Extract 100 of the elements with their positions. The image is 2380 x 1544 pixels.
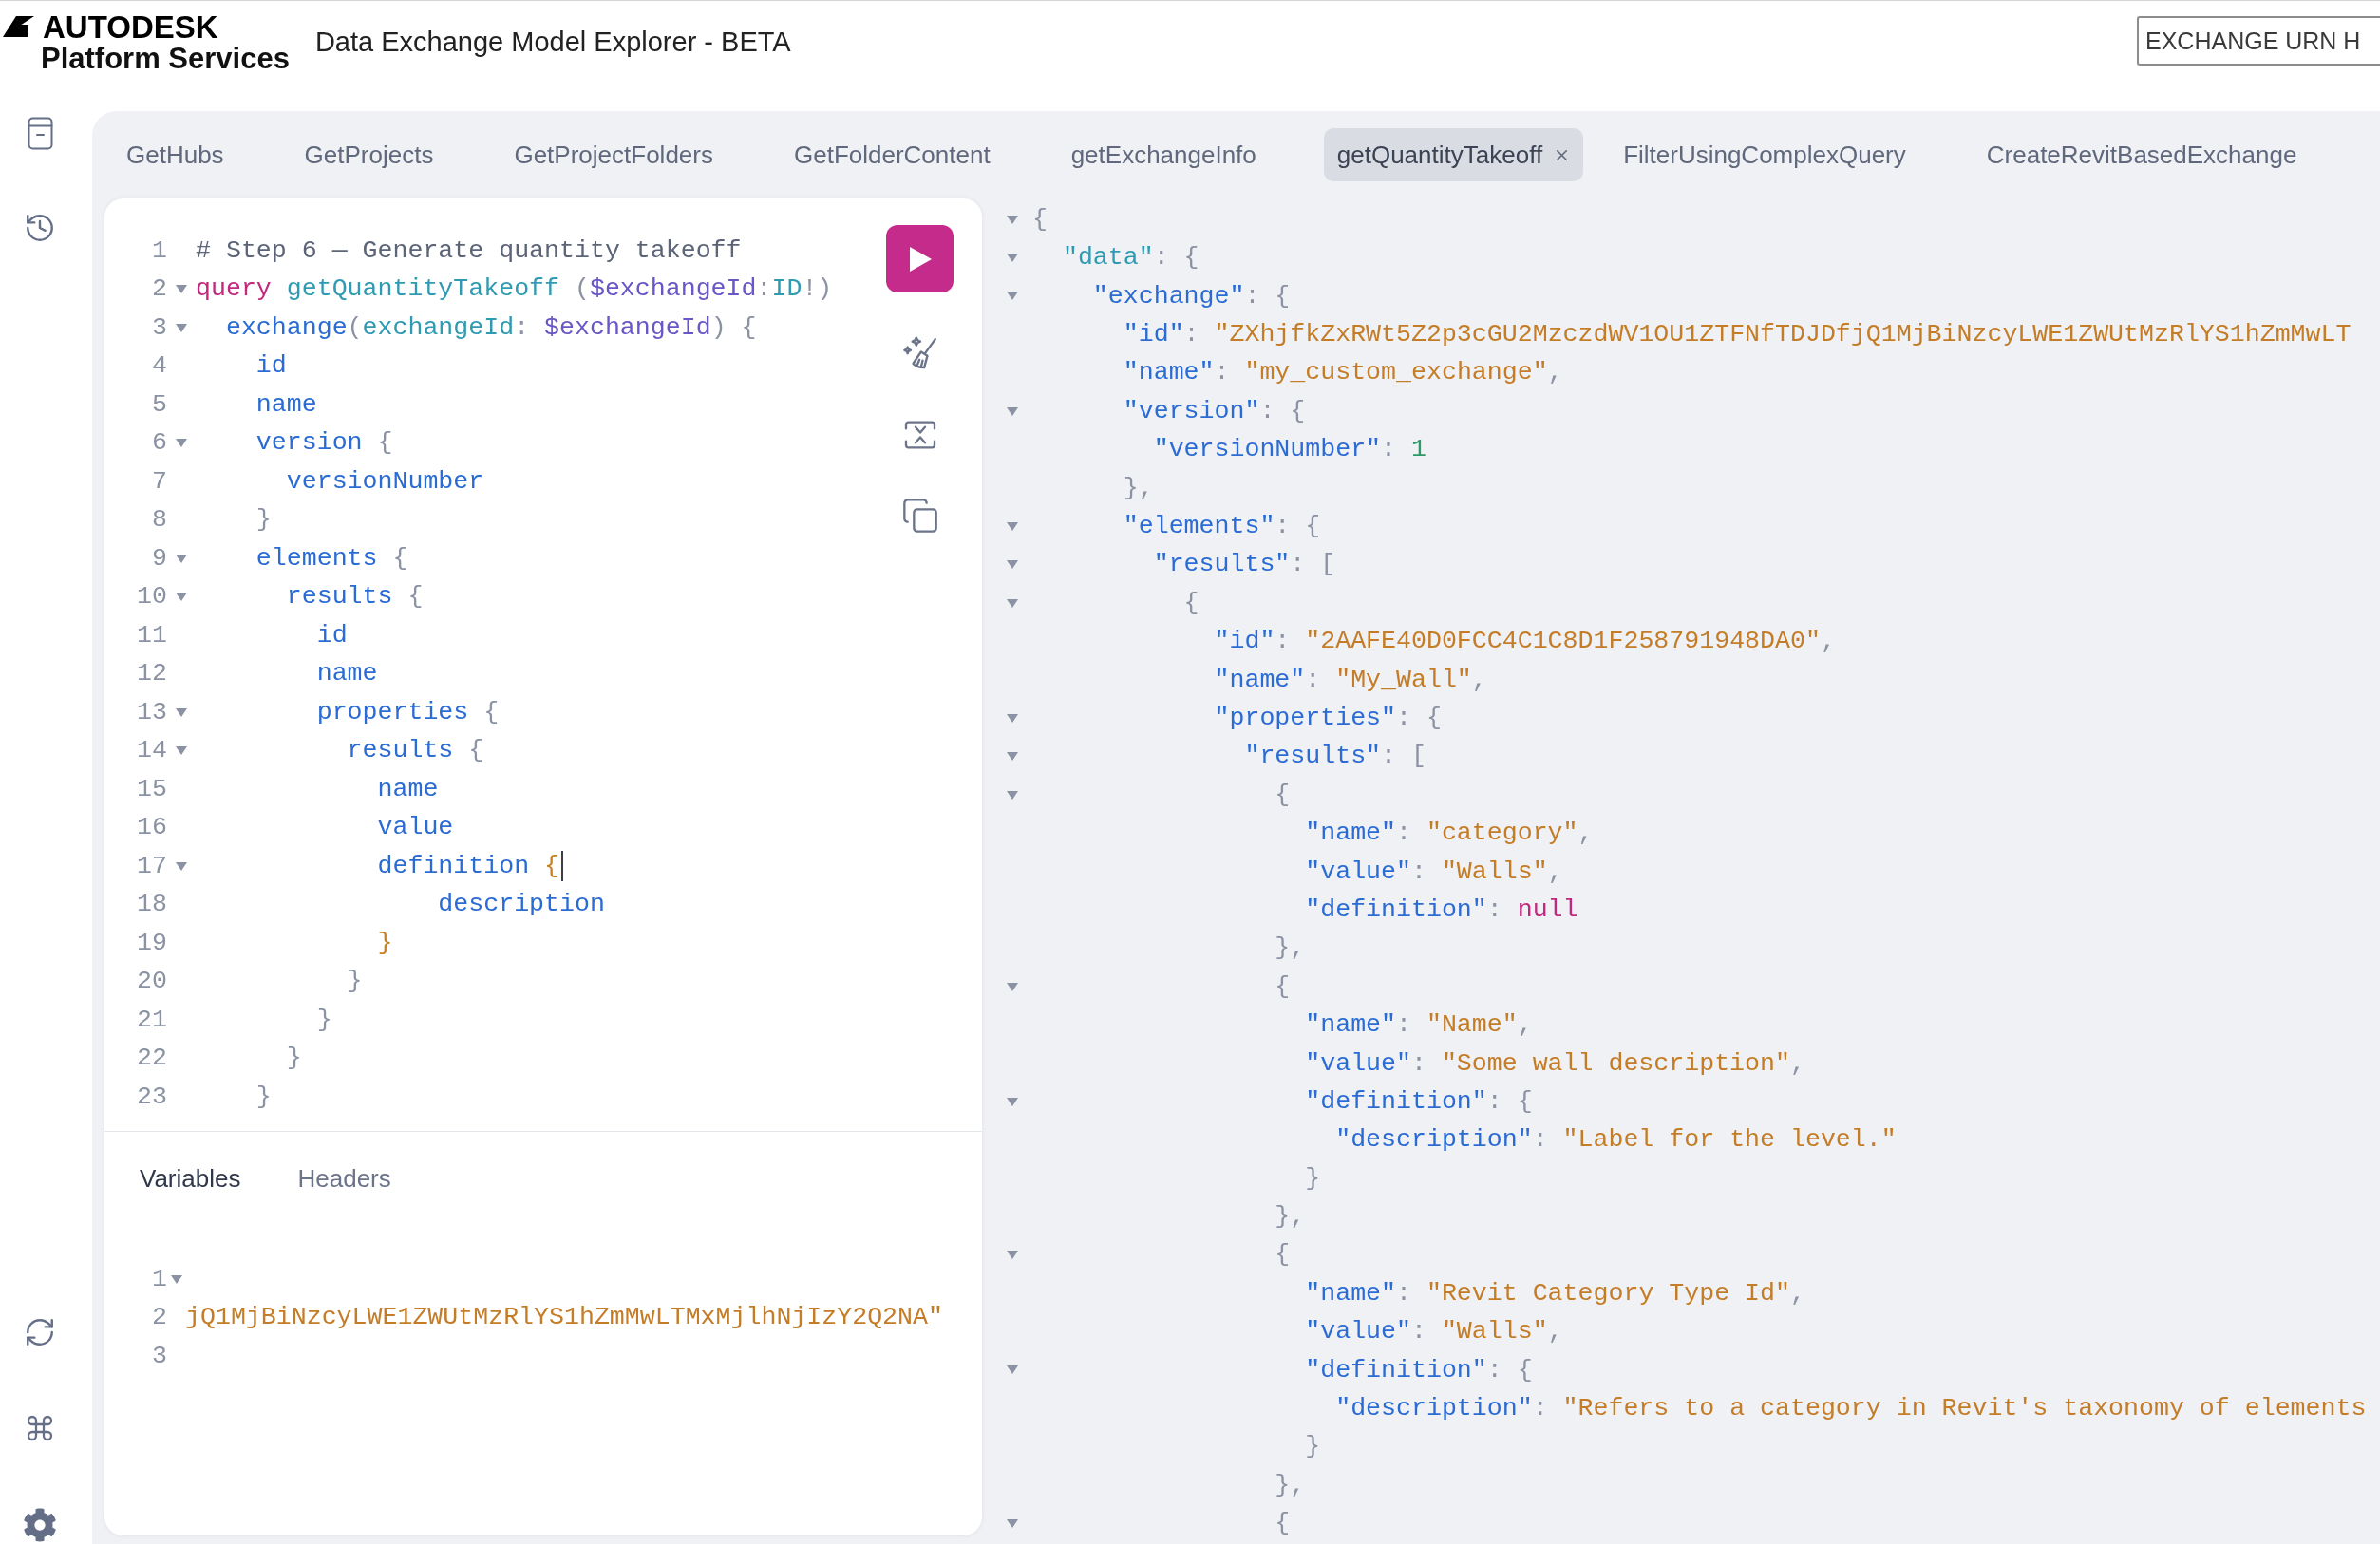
code-line: "id": "2AAFE40D0FCC4C1C8D1F258791948DA0", (1214, 627, 1836, 656)
code-line: "definition": { (1305, 1355, 1533, 1385)
code-line: # Step 6 — Generate quantity takeoff (196, 235, 742, 266)
line-number: 3 (152, 1341, 167, 1371)
caret-icon[interactable] (1007, 752, 1018, 762)
line-number: 19 (137, 928, 167, 958)
run-button[interactable] (886, 225, 954, 292)
caret-icon[interactable] (176, 861, 187, 871)
caret-icon[interactable] (170, 1274, 182, 1284)
code-line: elements { (255, 543, 408, 574)
query-tab[interactable]: GetProjectFolders (501, 128, 754, 181)
refresh-icon[interactable] (24, 1316, 56, 1348)
code-line: } (1305, 1163, 1321, 1194)
code-line: description (438, 890, 605, 920)
caret-icon[interactable] (176, 593, 187, 602)
copy-icon[interactable] (900, 497, 939, 535)
line-number: 23 (137, 1082, 167, 1112)
caret-icon[interactable] (1007, 560, 1018, 570)
urn-input[interactable]: EXCHANGE URN H (2137, 16, 2380, 66)
code-line: results { (286, 582, 424, 612)
code-line: "name": "my_custom_exchange", (1123, 358, 1563, 388)
line-number: 16 (137, 813, 167, 843)
code-line: "exchange": { (1092, 281, 1291, 311)
query-tab[interactable]: FilterUsingComplexQuery (1610, 128, 1947, 181)
code-line: "properties": { (1214, 704, 1442, 733)
caret-icon[interactable] (176, 746, 187, 756)
code-line: id (316, 620, 348, 650)
editor-tab[interactable]: Headers (286, 1159, 403, 1197)
code-line: } (316, 1005, 332, 1035)
query-tab[interactable]: getExchangeInfo (1057, 128, 1297, 181)
caret-icon[interactable] (1007, 1365, 1018, 1375)
code-line: name (255, 389, 317, 420)
code-line: query getQuantityTakeoff ($exchangeId:ID!) (196, 274, 833, 305)
history-icon[interactable] (24, 212, 56, 244)
code-line: } (255, 1082, 272, 1112)
logo-icon (3, 16, 34, 37)
code-line: } (347, 967, 363, 997)
query-tab[interactable]: GetFolderContent (780, 128, 1031, 181)
caret-icon[interactable] (1007, 598, 1018, 608)
caret-icon[interactable] (1007, 1518, 1018, 1528)
code-line: { (1275, 1509, 1291, 1538)
line-number: 12 (137, 659, 167, 689)
code-line: versionNumber (286, 466, 484, 497)
caret-icon[interactable] (176, 323, 187, 332)
code-line: "name": "Revit Category Type Id", (1305, 1278, 1805, 1309)
caret-icon[interactable] (1007, 790, 1018, 800)
query-tab[interactable]: getQuantityTakeoff (1323, 128, 1584, 181)
line-number: 9 (152, 543, 167, 574)
caret-icon[interactable] (1007, 1097, 1018, 1106)
code-line: properties { (316, 697, 500, 727)
query-tab[interactable]: GetProjects (291, 128, 475, 181)
code-line: "value": "Some wall description", (1305, 1048, 1805, 1079)
settings-icon[interactable] (23, 1508, 57, 1542)
code-line: } (377, 928, 393, 958)
code-line: { (1275, 1240, 1291, 1271)
line-number: 7 (152, 466, 167, 497)
code-line: "elements": { (1123, 512, 1321, 541)
code-line: "results": [ (1153, 550, 1336, 579)
code-line: }, (1123, 473, 1154, 503)
caret-icon[interactable] (176, 707, 187, 717)
code-line: "definition": { (1305, 1086, 1533, 1117)
code-line: version { (255, 428, 393, 459)
caret-icon[interactable] (1007, 982, 1018, 991)
code-line: value (377, 813, 454, 843)
code-line: "value": "Walls", (1305, 1317, 1563, 1346)
caret-icon[interactable] (1007, 215, 1018, 224)
query-tab[interactable]: GetHubs (113, 128, 265, 181)
line-number: 2 (152, 274, 167, 305)
line-number: 15 (137, 774, 167, 804)
code-line: "name": "My_Wall", (1214, 665, 1487, 695)
document-icon[interactable] (27, 117, 53, 150)
logo-wordmark: AUTODESK (43, 11, 218, 43)
caret-icon[interactable] (176, 554, 187, 563)
caret-icon[interactable] (1007, 713, 1018, 723)
code-line: "version": { (1123, 396, 1306, 426)
code-line: jQ1MjBiNzcyLWE1ZWUtMzRlYS1hZmMwLTMxMjlhNjIzY2Q2NA" (185, 1303, 943, 1333)
code-line: "value": "Walls", (1305, 857, 1563, 887)
code-line: { (1183, 588, 1199, 618)
caret-icon[interactable] (1007, 292, 1018, 301)
command-key-icon[interactable] (25, 1413, 55, 1443)
code-line: }, (1275, 1202, 1306, 1232)
code-line: exchange(exchangeId: $exchangeId) { (225, 312, 757, 343)
line-number: 17 (137, 851, 167, 881)
editor-tab[interactable]: Variables (128, 1159, 253, 1197)
caret-icon[interactable] (1007, 406, 1018, 416)
caret-icon[interactable] (1007, 1251, 1018, 1260)
line-number: 18 (137, 890, 167, 920)
code-line: { (1275, 971, 1291, 1002)
code-line: "versionNumber": 1 (1153, 435, 1426, 464)
caret-icon[interactable] (1007, 521, 1018, 531)
code-line: name (316, 659, 378, 689)
caret-icon[interactable] (176, 439, 187, 448)
caret-icon[interactable] (1007, 254, 1018, 263)
line-number: 6 (152, 428, 167, 459)
app-title: Data Exchange Model Explorer - BETA (314, 27, 791, 59)
code-line: } (286, 1044, 302, 1074)
code-line: { (1275, 780, 1291, 810)
text-cursor (561, 851, 564, 882)
query-tab[interactable]: CreateRevitBasedExchange (1973, 128, 2338, 181)
caret-icon[interactable] (176, 285, 187, 294)
